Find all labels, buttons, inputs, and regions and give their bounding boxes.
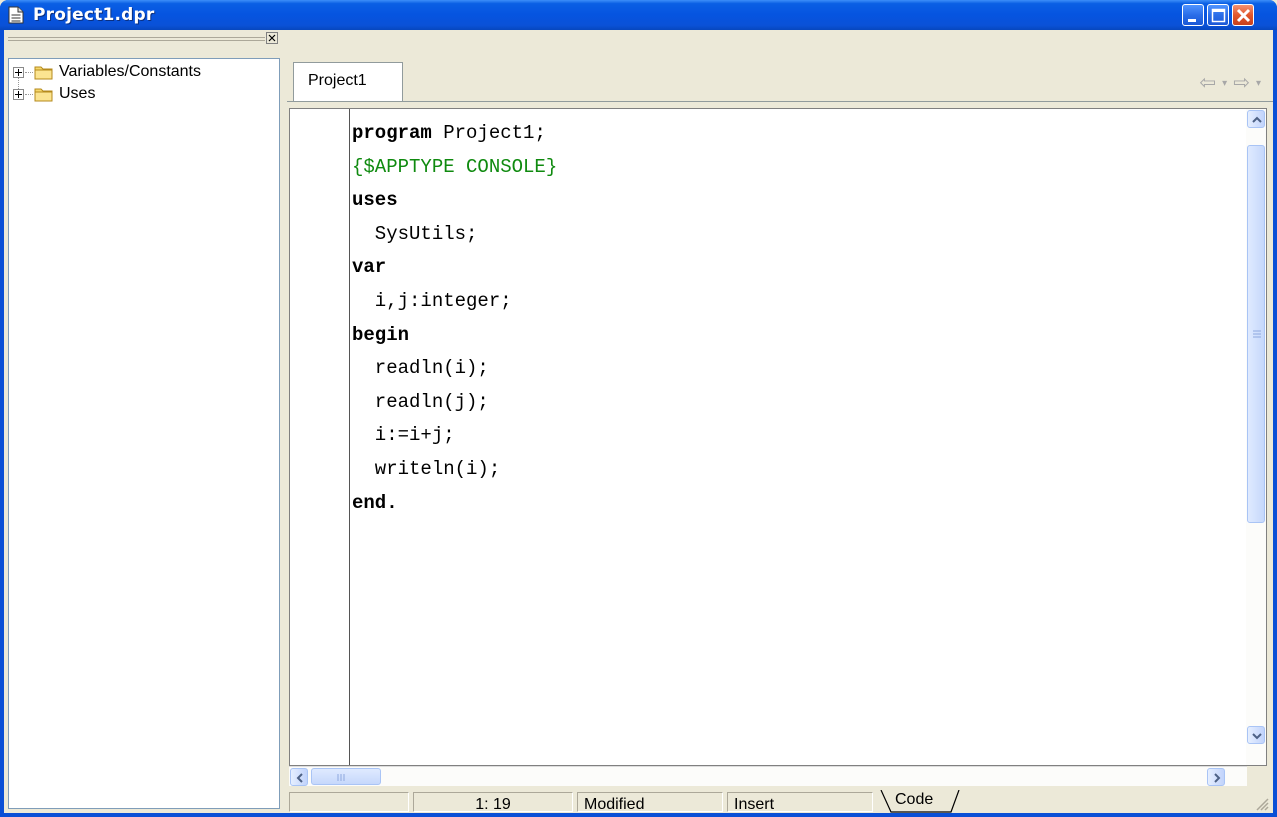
code-line[interactable]: uses <box>352 184 557 218</box>
explorer-tree[interactable]: Variables/Constants Uses <box>8 58 280 809</box>
back-dropdown-icon[interactable]: ▾ <box>1222 78 1227 95</box>
code-token: writeln(i); <box>352 457 501 480</box>
scroll-right-button[interactable] <box>1207 768 1225 786</box>
code-token: i:=i+j; <box>352 424 455 447</box>
window-title: Project1.dpr <box>33 5 155 25</box>
chevron-up-icon <box>1252 116 1262 123</box>
code-token: Project1; <box>431 122 546 144</box>
chevron-down-icon <box>1252 733 1262 740</box>
nav-arrows: ⇦ ▾ ⇨ ▾ <box>1199 70 1261 95</box>
code-line[interactable]: i:=i+j; <box>352 419 557 453</box>
code-text[interactable]: program Project1; {$APPTYPE CONSOLE} uses … <box>352 117 557 520</box>
close-icon <box>1236 8 1251 23</box>
status-bar: 1: 19 Modified Insert Code <box>289 790 1273 813</box>
code-line[interactable]: SysUtils; <box>352 218 557 252</box>
code-line[interactable]: var <box>352 251 557 285</box>
code-token: SysUtils; <box>352 222 478 245</box>
editor-gutter[interactable] <box>290 109 350 765</box>
window-client: Variables/Constants Uses Project1 ⇦ ▾ ⇨ … <box>4 30 1273 813</box>
chevron-left-icon <box>296 773 303 783</box>
scroll-up-button[interactable] <box>1247 110 1265 128</box>
ide-window: Project1.dpr Variables/Constants Uses Pr… <box>0 0 1277 817</box>
grip-icon <box>1253 330 1261 338</box>
code-line[interactable]: writeln(i); <box>352 453 557 487</box>
scroll-down-button[interactable] <box>1247 726 1265 744</box>
editor-tabstrip: Project1 ⇦ ▾ ⇨ ▾ <box>287 30 1273 110</box>
back-arrow-icon[interactable]: ⇦ <box>1199 70 1216 95</box>
code-token: readln(j); <box>352 390 489 413</box>
code-line[interactable]: {$APPTYPE CONSOLE} <box>352 151 557 185</box>
horizontal-scrollbar[interactable] <box>289 766 1247 786</box>
minimize-icon <box>1188 19 1196 22</box>
code-token: uses <box>352 189 398 212</box>
code-line[interactable]: i,j:integer; <box>352 285 557 319</box>
view-tab-label: Code <box>895 791 934 808</box>
cursor-position: 1: 19 <box>413 792 573 813</box>
code-token: var <box>352 256 387 279</box>
code-line[interactable]: end. <box>352 487 557 521</box>
tree-item-label: Variables/Constants <box>59 63 201 80</box>
code-token: {$APPTYPE CONSOLE} <box>352 155 558 178</box>
panel-grip[interactable] <box>8 36 265 44</box>
tree-item-variables-constants[interactable]: Variables/Constants <box>9 61 201 83</box>
status-panel-empty <box>289 792 409 812</box>
expand-plus-icon[interactable] <box>13 66 24 78</box>
code-token: program <box>352 122 432 144</box>
forward-arrow-icon[interactable]: ⇨ <box>1233 70 1250 95</box>
resize-grip-icon[interactable] <box>1253 795 1269 811</box>
code-token: i,j:integer; <box>352 289 512 312</box>
horizontal-scroll-thumb[interactable] <box>311 768 381 785</box>
editor-area: Project1 ⇦ ▾ ⇨ ▾ program Project1; {$APPT… <box>287 30 1273 813</box>
folder-icon <box>34 88 53 102</box>
folder-icon <box>34 66 53 80</box>
panel-close-icon[interactable] <box>266 32 278 44</box>
insert-mode-status: Insert <box>727 792 873 813</box>
chevron-right-icon <box>1214 773 1221 783</box>
close-button[interactable] <box>1232 4 1254 26</box>
tab-project1[interactable]: Project1 <box>293 62 403 102</box>
grip-icon <box>337 774 345 781</box>
expand-plus-icon[interactable] <box>13 88 24 100</box>
maximize-icon <box>1211 8 1226 23</box>
code-token: end. <box>352 491 398 514</box>
tree-item-uses[interactable]: Uses <box>9 83 95 105</box>
minimize-button[interactable] <box>1182 4 1204 26</box>
code-line[interactable]: begin <box>352 319 557 353</box>
code-token: begin <box>352 323 410 346</box>
vertical-scrollbar[interactable] <box>1246 109 1266 765</box>
vertical-scroll-thumb[interactable] <box>1247 145 1265 523</box>
title-bar[interactable]: Project1.dpr <box>0 0 1277 30</box>
code-token: readln(i); <box>352 357 489 380</box>
scroll-left-button[interactable] <box>290 768 308 786</box>
code-editor[interactable]: program Project1; {$APPTYPE CONSOLE} uses … <box>289 108 1267 766</box>
forward-dropdown-icon[interactable]: ▾ <box>1256 78 1261 95</box>
maximize-button[interactable] <box>1207 4 1229 26</box>
code-line[interactable]: program Project1; <box>352 117 557 151</box>
code-explorer-panel: Variables/Constants Uses <box>4 30 284 813</box>
document-icon <box>8 6 24 24</box>
modified-status: Modified <box>577 792 723 813</box>
code-line[interactable]: readln(i); <box>352 352 557 386</box>
tree-item-label: Uses <box>59 85 96 102</box>
code-line[interactable]: readln(j); <box>352 386 557 420</box>
